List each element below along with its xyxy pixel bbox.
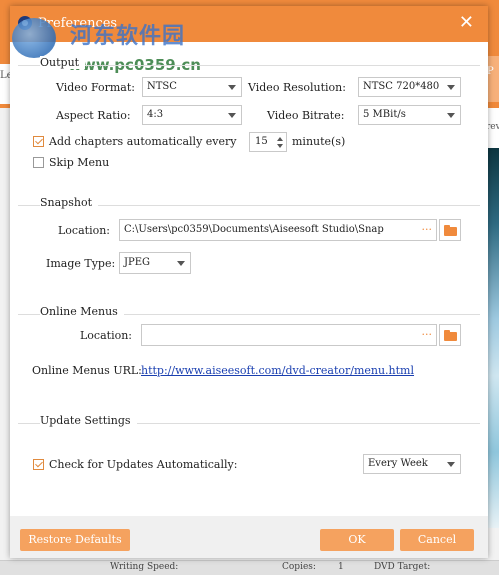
snapshot-folder-button[interactable]: [439, 219, 461, 241]
image-type-label: Image Type:: [46, 257, 116, 270]
preferences-dialog: Preferences ✕ 河东软件园 www.pc0359.cn Output…: [10, 6, 488, 558]
video-bitrate-label: Video Bitrate:: [267, 109, 345, 122]
output-section-title: Output: [40, 56, 86, 69]
chevron-down-icon: [228, 113, 236, 118]
chevron-down-icon: [447, 113, 455, 118]
snapshot-location-label: Location:: [58, 224, 110, 237]
dialog-titlebar: Preferences ✕: [10, 6, 488, 42]
update-section-title: Update Settings: [40, 414, 137, 427]
video-format-value: NTSC: [147, 81, 177, 92]
online-menus-url-link[interactable]: http://www.aiseesoft.com/dvd-creator/men…: [141, 364, 414, 377]
skip-menu-checkbox[interactable]: [33, 157, 44, 168]
video-resolution-label: Video Resolution:: [248, 81, 346, 94]
video-format-select[interactable]: NTSC: [142, 77, 242, 97]
video-format-label: Video Format:: [56, 81, 135, 94]
dialog-title: Preferences: [38, 16, 118, 31]
online-location-label: Location:: [80, 329, 132, 342]
check-updates-checkbox[interactable]: [33, 459, 44, 470]
chevron-down-icon: [177, 261, 185, 266]
minute-label: minute(s): [292, 135, 346, 148]
stepper-down-icon[interactable]: [277, 144, 283, 148]
cancel-button[interactable]: Cancel: [400, 529, 474, 551]
chapter-interval-stepper[interactable]: 15: [249, 132, 287, 152]
image-type-value: JPEG: [124, 257, 151, 268]
chevron-down-icon: [447, 85, 455, 90]
output-divider: [18, 65, 480, 66]
chevron-down-icon: [447, 462, 455, 467]
browse-dots-icon[interactable]: ···: [422, 328, 433, 341]
browse-dots-icon[interactable]: ···: [422, 223, 433, 236]
chevron-down-icon: [228, 85, 236, 90]
app-logo-icon: [18, 16, 32, 30]
video-bitrate-value: 5 MBit/s: [363, 109, 406, 120]
aspect-ratio-select[interactable]: 4:3: [142, 105, 242, 125]
video-bitrate-select[interactable]: 5 MBit/s: [358, 105, 461, 125]
chapter-interval-value: 15: [255, 136, 268, 147]
add-chapters-label: Add chapters automatically every: [49, 135, 237, 148]
update-frequency-value: Every Week: [368, 458, 428, 469]
restore-defaults-button[interactable]: Restore Defaults: [20, 529, 130, 551]
snapshot-section-title: Snapshot: [40, 196, 98, 209]
snapshot-location-value: C:\Users\pc0359\Documents\Aiseesoft Stud…: [124, 224, 384, 235]
online-menus-url-label: Online Menus URL:: [32, 364, 142, 377]
image-type-select[interactable]: JPEG: [119, 252, 191, 274]
video-resolution-select[interactable]: NTSC 720*480: [358, 77, 461, 97]
aspect-ratio-value: 4:3: [147, 109, 164, 120]
dialog-footer: Restore Defaults OK Cancel: [10, 516, 488, 558]
online-folder-button[interactable]: [439, 324, 461, 346]
video-resolution-value: NTSC 720*480: [363, 81, 440, 92]
online-menus-section-title: Online Menus: [40, 305, 124, 318]
skip-menu-label: Skip Menu: [49, 156, 110, 169]
close-icon[interactable]: ✕: [459, 14, 474, 32]
update-frequency-select[interactable]: Every Week: [363, 454, 461, 474]
snapshot-location-input[interactable]: C:\Users\pc0359\Documents\Aiseesoft Stud…: [119, 219, 437, 241]
stepper-up-icon[interactable]: [277, 137, 283, 141]
aspect-ratio-label: Aspect Ratio:: [56, 109, 131, 122]
add-chapters-checkbox[interactable]: [33, 136, 44, 147]
check-updates-label: Check for Updates Automatically:: [49, 458, 238, 471]
background-status-bar: Writing Speed: Copies: 1 DVD Target:: [0, 560, 499, 575]
online-location-input[interactable]: ···: [141, 324, 437, 346]
ok-button[interactable]: OK: [320, 529, 394, 551]
